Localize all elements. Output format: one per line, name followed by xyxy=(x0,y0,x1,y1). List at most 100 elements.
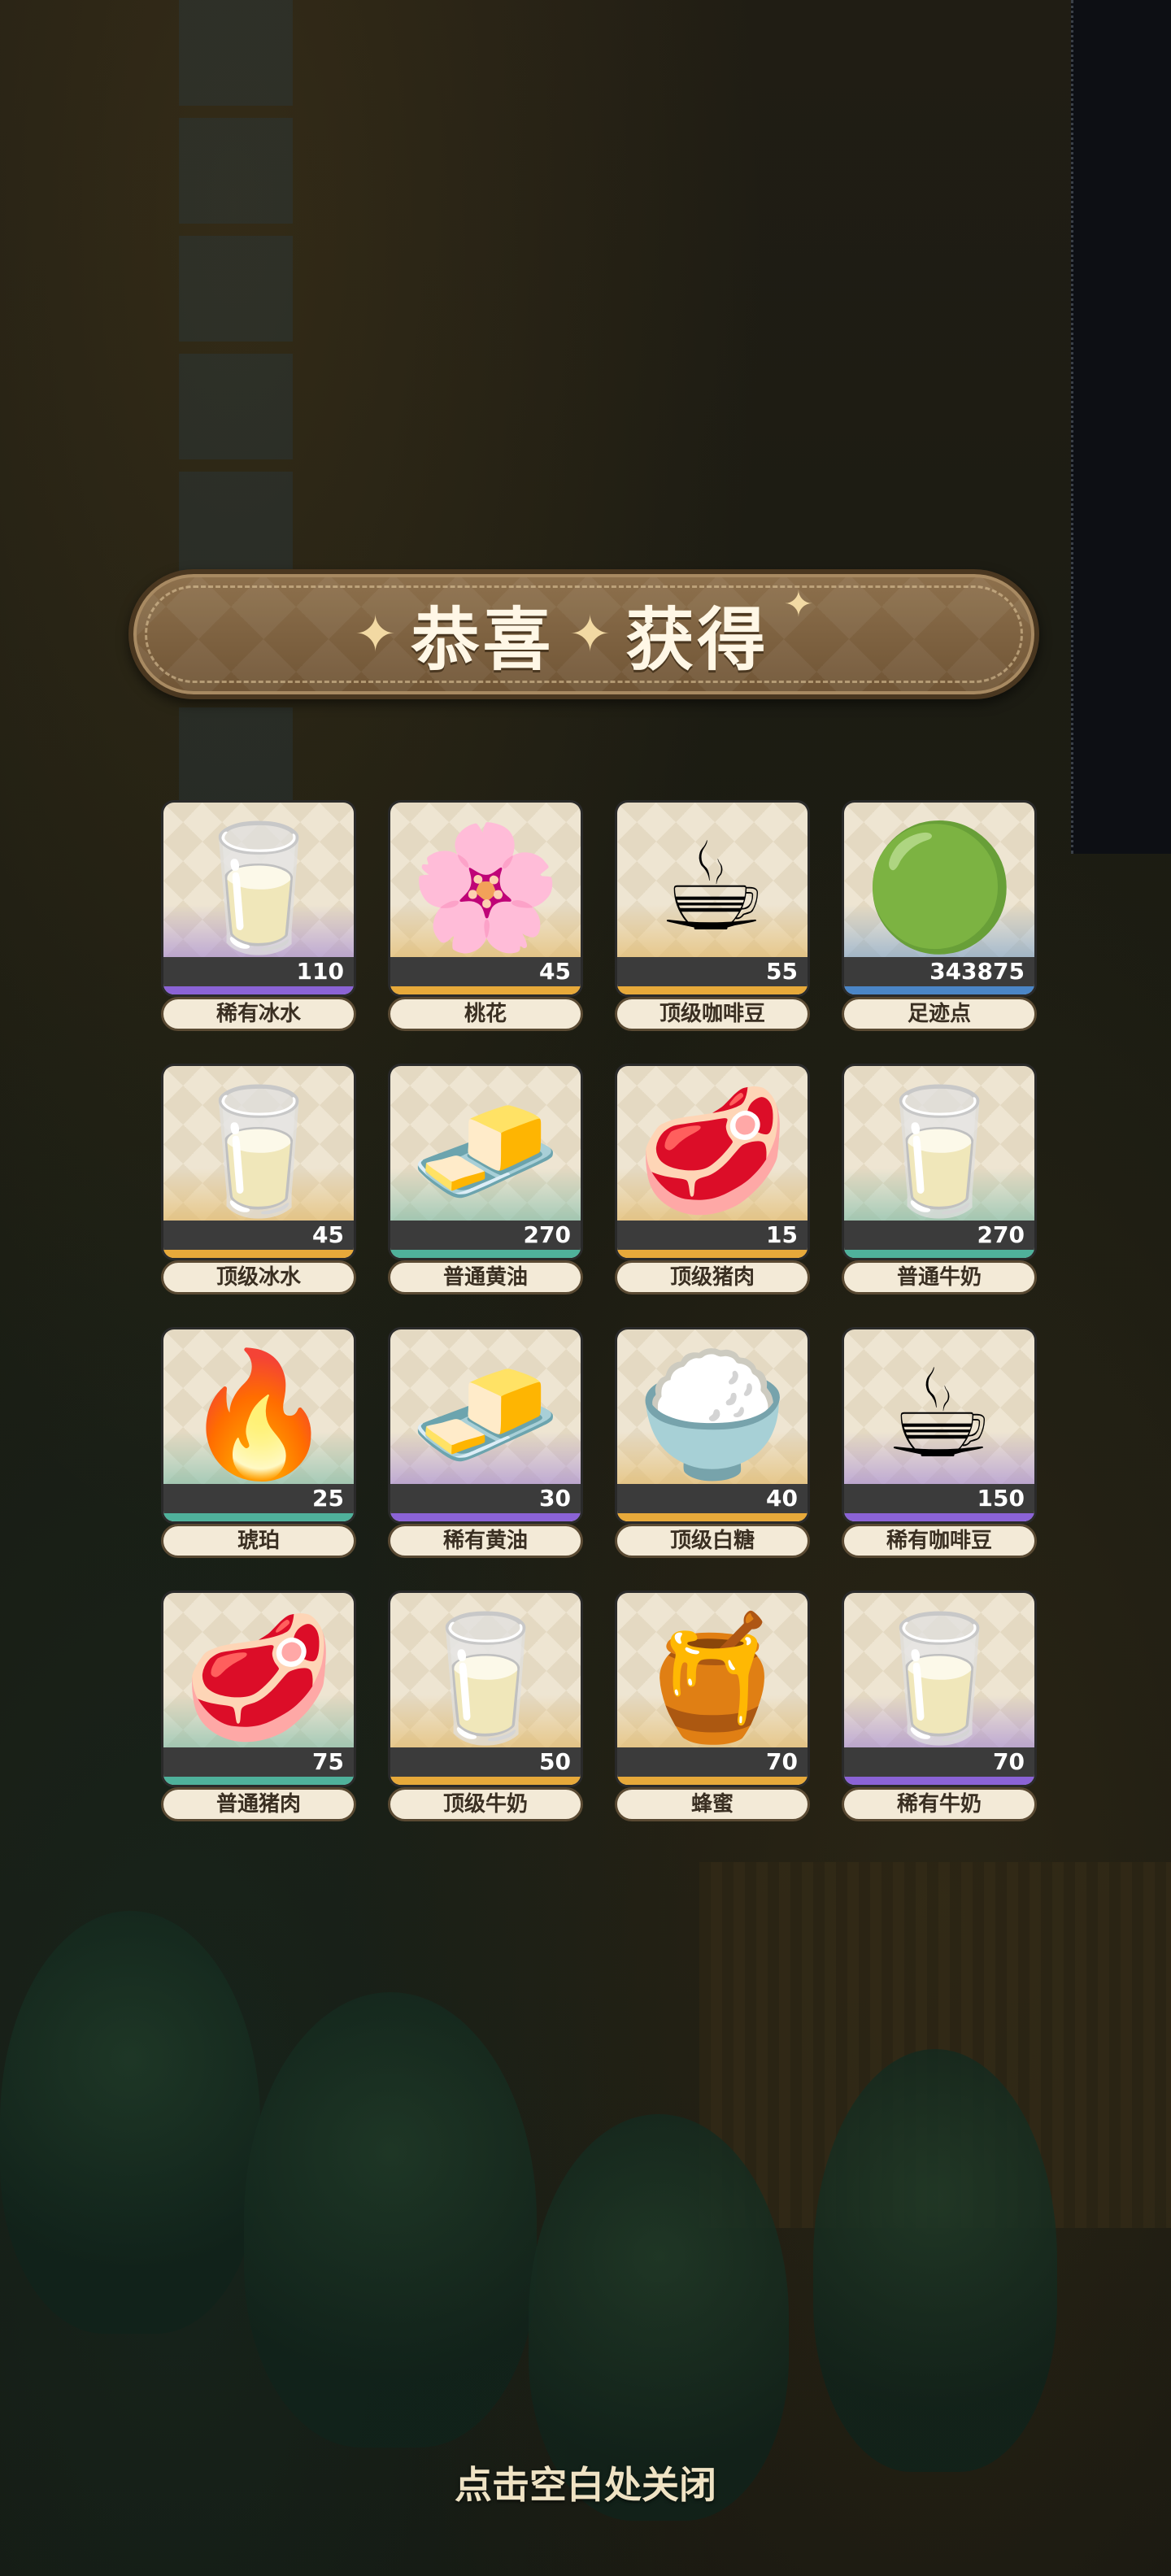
rarity-stripe xyxy=(617,1513,808,1521)
background-tree xyxy=(244,1992,537,2448)
sparkle-icon: ✦ xyxy=(354,604,397,664)
item-quantity: 270 xyxy=(390,1221,581,1250)
item-quantity: 270 xyxy=(844,1221,1034,1250)
reward-item-card[interactable]: 🥛 270 普通牛奶 xyxy=(842,1064,1037,1295)
peach-blossom-icon: 🌸 xyxy=(409,817,562,959)
pork-icon: 🥩 xyxy=(182,1608,335,1749)
rarity-stripe xyxy=(617,986,808,994)
item-name-label: 顶级白糖 xyxy=(615,1524,810,1558)
item-name-label: 顶级冰水 xyxy=(161,1260,356,1295)
reward-item-tile[interactable]: ☕ 150 xyxy=(842,1327,1037,1524)
reward-item-card[interactable]: 🌸 45 桃花 xyxy=(388,800,583,1031)
reward-item-tile[interactable]: 🍯 70 xyxy=(615,1590,810,1787)
item-quantity: 25 xyxy=(163,1484,354,1513)
reward-title-banner: ✦ 恭喜 ✦ 获得 ✦ xyxy=(128,569,1039,699)
item-name-label: 普通猪肉 xyxy=(161,1787,356,1821)
item-quantity: 343875 xyxy=(844,957,1034,986)
item-quantity: 75 xyxy=(163,1747,354,1777)
reward-item-tile[interactable]: ☕ 55 xyxy=(615,800,810,997)
rarity-stripe xyxy=(163,1250,354,1258)
reward-item-card[interactable]: 🧈 270 普通黄油 xyxy=(388,1064,583,1295)
item-quantity: 55 xyxy=(617,957,808,986)
reward-item-tile[interactable]: 🌸 45 xyxy=(388,800,583,997)
milk-carton-icon: 🥛 xyxy=(863,1081,1016,1222)
reward-item-card[interactable]: 🥩 75 普通猪肉 xyxy=(161,1590,356,1821)
butter-icon: 🧈 xyxy=(409,1081,562,1222)
reward-item-card[interactable]: 🟢 343875 足迹点 xyxy=(842,800,1037,1031)
amber-icon: 🔥 xyxy=(182,1344,335,1486)
reward-item-tile[interactable]: 🥛 110 xyxy=(161,800,356,997)
reward-item-tile[interactable]: 🟢 343875 xyxy=(842,800,1037,997)
reward-item-card[interactable]: 🧈 30 稀有黄油 xyxy=(388,1327,583,1558)
reward-item-card[interactable]: 🥛 110 稀有冰水 xyxy=(161,800,356,1031)
item-name-label: 顶级牛奶 xyxy=(388,1787,583,1821)
background-water xyxy=(1071,0,1171,854)
rarity-stripe xyxy=(844,1777,1034,1785)
milk-carton-icon: 🥛 xyxy=(863,1608,1016,1749)
item-quantity: 70 xyxy=(844,1747,1034,1777)
item-name-label: 足迹点 xyxy=(842,997,1037,1031)
item-name-label: 稀有咖啡豆 xyxy=(842,1524,1037,1558)
ice-water-icon: 🥛 xyxy=(182,817,335,959)
background-tree xyxy=(813,2049,1057,2472)
rarity-stripe xyxy=(163,986,354,994)
item-quantity: 50 xyxy=(390,1747,581,1777)
reward-items-grid: 🥛 110 稀有冰水 🌸 45 桃花 ☕ 55 顶级咖啡豆 🟢 343875 足迹点 🥛 45 顶级冰水 🧈 2… xyxy=(161,800,1037,1821)
item-name-label: 稀有牛奶 xyxy=(842,1787,1037,1821)
close-hint[interactable]: 点击空白处关闭 xyxy=(0,2456,1171,2509)
honey-jar-icon: 🍯 xyxy=(636,1608,789,1749)
sparkle-icon: ✦ xyxy=(783,584,814,625)
pork-icon: 🥩 xyxy=(636,1081,789,1222)
coffee-bean-bag-icon: ☕ xyxy=(884,1344,995,1486)
rarity-stripe xyxy=(163,1513,354,1521)
reward-item-tile[interactable]: 🍚 40 xyxy=(615,1327,810,1524)
item-name-label: 普通牛奶 xyxy=(842,1260,1037,1295)
rarity-stripe xyxy=(617,1250,808,1258)
reward-item-card[interactable]: 🔥 25 琥珀 xyxy=(161,1327,356,1558)
reward-item-card[interactable]: 🍚 40 顶级白糖 xyxy=(615,1327,810,1558)
reward-item-tile[interactable]: 🥛 50 xyxy=(388,1590,583,1787)
rarity-stripe xyxy=(390,1777,581,1785)
rarity-stripe xyxy=(844,1250,1034,1258)
rarity-stripe xyxy=(390,986,581,994)
rarity-stripe xyxy=(390,1513,581,1521)
item-name-label: 普通黄油 xyxy=(388,1260,583,1295)
coffee-bean-bag-icon: ☕ xyxy=(657,817,768,959)
item-name-label: 稀有黄油 xyxy=(388,1524,583,1558)
item-quantity: 150 xyxy=(844,1484,1034,1513)
item-quantity: 110 xyxy=(163,957,354,986)
reward-item-tile[interactable]: 🔥 25 xyxy=(161,1327,356,1524)
item-name-label: 蜂蜜 xyxy=(615,1787,810,1821)
item-name-label: 顶级猪肉 xyxy=(615,1260,810,1295)
reward-item-card[interactable]: 🥩 15 顶级猪肉 xyxy=(615,1064,810,1295)
reward-item-tile[interactable]: 🥛 70 xyxy=(842,1590,1037,1787)
reward-item-card[interactable]: ☕ 55 顶级咖啡豆 xyxy=(615,800,810,1031)
reward-item-tile[interactable]: 🥩 75 xyxy=(161,1590,356,1787)
reward-item-tile[interactable]: 🧈 270 xyxy=(388,1064,583,1260)
reward-item-tile[interactable]: 🥩 15 xyxy=(615,1064,810,1260)
item-name-label: 琥珀 xyxy=(161,1524,356,1558)
reward-item-card[interactable]: 🍯 70 蜂蜜 xyxy=(615,1590,810,1821)
reward-item-card[interactable]: ☕ 150 稀有咖啡豆 xyxy=(842,1327,1037,1558)
item-quantity: 15 xyxy=(617,1221,808,1250)
banner-title-left: 恭喜 xyxy=(411,598,555,680)
sparkle-icon: ✦ xyxy=(568,604,612,664)
reward-item-tile[interactable]: 🧈 30 xyxy=(388,1327,583,1524)
banner-title-right: 获得 xyxy=(625,598,769,680)
item-name-label: 顶级咖啡豆 xyxy=(615,997,810,1031)
item-quantity: 40 xyxy=(617,1484,808,1513)
reward-item-card[interactable]: 🥛 70 稀有牛奶 xyxy=(842,1590,1037,1821)
reward-item-card[interactable]: 🥛 50 顶级牛奶 xyxy=(388,1590,583,1821)
rarity-stripe xyxy=(390,1250,581,1258)
footprint-orb-icon: 🟢 xyxy=(863,817,1016,959)
item-name-label: 稀有冰水 xyxy=(161,997,356,1031)
background-tree xyxy=(0,1911,260,2334)
reward-item-card[interactable]: 🥛 45 顶级冰水 xyxy=(161,1064,356,1295)
ice-water-icon: 🥛 xyxy=(182,1081,335,1222)
rarity-stripe xyxy=(844,1513,1034,1521)
reward-item-tile[interactable]: 🥛 45 xyxy=(161,1064,356,1260)
reward-item-tile[interactable]: 🥛 270 xyxy=(842,1064,1037,1260)
rarity-stripe xyxy=(163,1777,354,1785)
rarity-stripe xyxy=(617,1777,808,1785)
butter-icon: 🧈 xyxy=(409,1344,562,1486)
